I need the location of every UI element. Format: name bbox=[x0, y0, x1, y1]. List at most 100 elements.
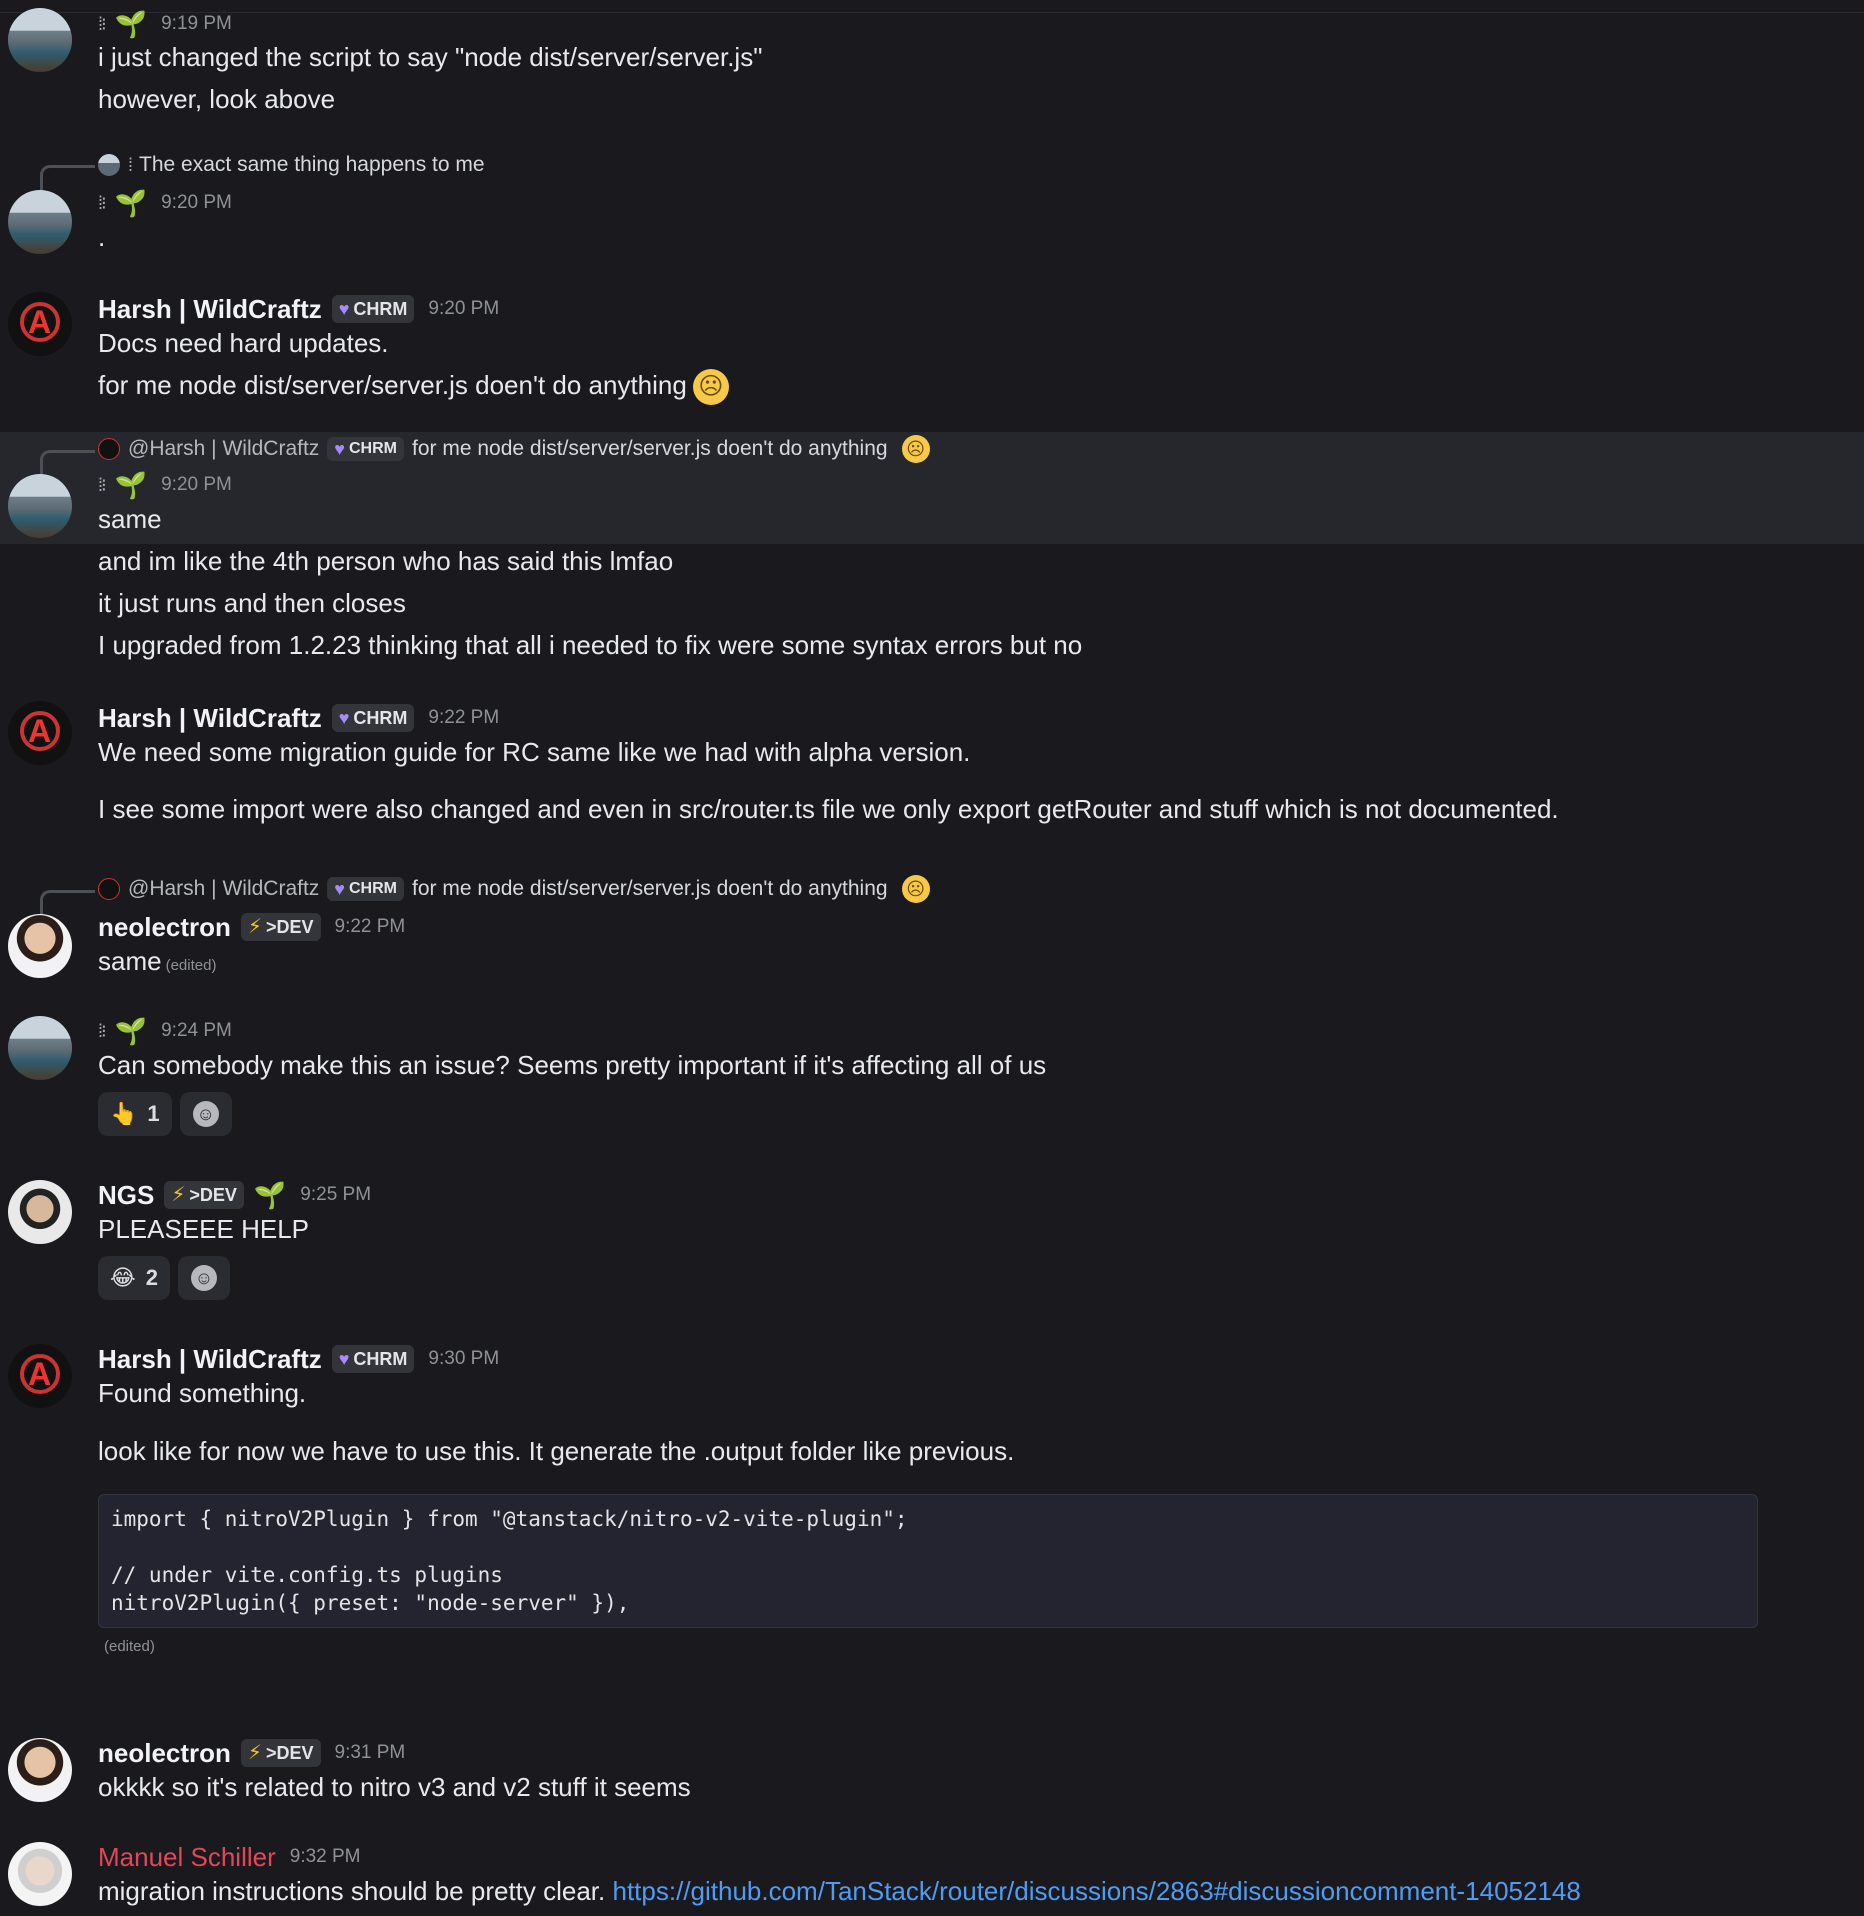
message-content: neolectron ⚡ >DEV 9:31 PM okkkk so it's r… bbox=[98, 1736, 1844, 1804]
message-text: Can somebody make this an issue? Seems p… bbox=[98, 1050, 1047, 1080]
username[interactable]: Harsh | WildCraftz bbox=[98, 292, 322, 326]
timestamp[interactable]: 9:22 PM bbox=[335, 910, 406, 944]
message-text: look like for now we have to use this. I… bbox=[98, 1436, 1015, 1466]
reply-spine bbox=[40, 165, 95, 190]
avatar[interactable] bbox=[8, 1344, 72, 1408]
message-header: ⁞⁝ 🌱 9:24 PM bbox=[98, 1014, 1844, 1048]
reply-text: for me node dist/server/server.js doen't… bbox=[411, 877, 888, 900]
role-badge[interactable]: ⚡ >DEV bbox=[240, 913, 321, 941]
username[interactable]: NGS bbox=[98, 1178, 154, 1212]
reaction-pointing-up[interactable]: 👆 1 bbox=[98, 1092, 172, 1136]
dashes-icon: ⁞⁝ bbox=[98, 475, 107, 495]
timestamp[interactable]: 9:19 PM bbox=[161, 8, 232, 40]
message-content: ⁞⁝ 🌱 9:24 PM Can somebody make this an i… bbox=[98, 1014, 1844, 1136]
reply-preview[interactable]: @Harsh | WildCraftz ♥ CHRM for me node di… bbox=[98, 432, 930, 466]
message-content: Harsh | WildCraftz ♥ CHRM 9:30 PM Found s… bbox=[98, 1342, 1844, 1655]
message-text-row: migration instructions should be pretty … bbox=[98, 1874, 1844, 1908]
edited-label: (edited) bbox=[104, 1638, 155, 1655]
reply-preview[interactable]: ⁞ The exact same thing happens to me bbox=[98, 148, 485, 182]
avatar[interactable] bbox=[8, 8, 72, 72]
message-text: okkkk so it's related to nitro v3 and v2… bbox=[98, 1772, 691, 1802]
code-block[interactable]: import { nitroV2Plugin } from "@tanstack… bbox=[98, 1494, 1758, 1628]
message-text: same bbox=[98, 504, 162, 534]
message-text: however, look above bbox=[98, 84, 336, 114]
message-content: ⁞⁝ 🌱 9:20 PM same and im like the 4th pe… bbox=[98, 468, 1844, 662]
reply-spine bbox=[40, 890, 95, 915]
message-content: neolectron ⚡ >DEV 9:22 PM same (edited) bbox=[98, 910, 1844, 983]
add-reaction-button[interactable]: ☺ bbox=[177, 1256, 230, 1300]
username[interactable]: neolectron bbox=[98, 910, 231, 944]
reply-mention: @Harsh | WildCraftz bbox=[128, 437, 320, 460]
avatar[interactable] bbox=[8, 292, 72, 356]
role-badge-label: >DEV bbox=[265, 917, 314, 937]
avatar[interactable] bbox=[8, 190, 72, 254]
avatar[interactable] bbox=[8, 1842, 72, 1906]
message-text: i just changed the script to say "node d… bbox=[98, 42, 763, 72]
message-header: ⁞⁝ 🌱 9:20 PM bbox=[98, 186, 1844, 220]
timestamp[interactable]: 9:32 PM bbox=[290, 1840, 361, 1874]
avatar[interactable] bbox=[8, 1738, 72, 1802]
role-badge-label: >DEV bbox=[265, 1743, 314, 1763]
discussion-link[interactable]: https://github.com/TanStack/router/discu… bbox=[613, 1876, 1581, 1906]
role-badge-label: CHRM bbox=[353, 708, 408, 728]
message-header: Manuel Schiller 9:32 PM bbox=[98, 1840, 1844, 1874]
role-badge[interactable]: ♥ CHRM bbox=[331, 1345, 415, 1373]
timestamp[interactable]: 9:31 PM bbox=[335, 1736, 406, 1770]
role-badge[interactable]: ♥ CHRM bbox=[331, 295, 415, 323]
timestamp[interactable]: 9:25 PM bbox=[300, 1178, 371, 1212]
reply-preview[interactable]: @Harsh | WildCraftz ♥ CHRM for me node di… bbox=[98, 872, 930, 906]
pointing-up-icon: 👆 bbox=[110, 1101, 138, 1126]
username[interactable]: Harsh | WildCraftz bbox=[98, 1342, 322, 1376]
message-content: Harsh | WildCraftz ♥ CHRM 9:20 PM Docs ne… bbox=[98, 292, 1844, 406]
sad-face-icon: ☹ bbox=[901, 435, 930, 463]
role-badge[interactable]: ♥ CHRM bbox=[331, 704, 415, 732]
heart-icon: ♥ bbox=[334, 439, 345, 459]
role-badge-label: CHRM bbox=[353, 299, 408, 319]
heart-icon: ♥ bbox=[338, 708, 350, 728]
message-text: I upgraded from 1.2.23 thinking that all… bbox=[98, 630, 1083, 660]
sad-face-icon: ☹ bbox=[692, 369, 729, 406]
avatar[interactable] bbox=[8, 1016, 72, 1080]
message-content: ⁞⁝ 🌱 9:20 PM . bbox=[98, 186, 1844, 254]
heart-icon: ♥ bbox=[338, 299, 350, 319]
reply-avatar bbox=[98, 438, 120, 460]
avatar[interactable] bbox=[8, 701, 72, 765]
dashes-icon: ⁞⁝ bbox=[98, 1021, 107, 1041]
username[interactable]: Manuel Schiller bbox=[98, 1840, 276, 1874]
role-badge: ♥ CHRM bbox=[327, 877, 404, 901]
laughing-icon: 😂 bbox=[110, 1265, 136, 1290]
avatar[interactable] bbox=[8, 1180, 72, 1244]
timestamp[interactable]: 9:24 PM bbox=[161, 1014, 232, 1048]
timestamp[interactable]: 9:20 PM bbox=[161, 468, 232, 502]
timestamp[interactable]: 9:22 PM bbox=[428, 701, 499, 735]
role-badge-label: >DEV bbox=[189, 1185, 237, 1205]
message-header: NGS ⚡ >DEV 🌱 9:25 PM bbox=[98, 1178, 1844, 1212]
message-header: neolectron ⚡ >DEV 9:22 PM bbox=[98, 910, 1844, 944]
message-content: ⁞⁝ 🌱 9:19 PM i just changed the script t… bbox=[98, 8, 1844, 116]
username[interactable]: neolectron bbox=[98, 1736, 231, 1770]
reply-text: The exact same thing happens to me bbox=[139, 153, 485, 176]
edited-label: (edited) bbox=[165, 957, 217, 974]
role-badge-label: CHRM bbox=[353, 1349, 408, 1369]
avatar[interactable] bbox=[8, 474, 72, 538]
role-badge[interactable]: ⚡ >DEV bbox=[240, 1739, 321, 1767]
message-text: . bbox=[98, 222, 106, 252]
lightning-icon: ⚡ bbox=[247, 1742, 262, 1764]
heart-icon: ♥ bbox=[334, 879, 345, 899]
role-badge[interactable]: ⚡ >DEV bbox=[164, 1181, 244, 1209]
message-header: Harsh | WildCraftz ♥ CHRM 9:22 PM bbox=[98, 701, 1844, 735]
username[interactable]: Harsh | WildCraftz bbox=[98, 701, 322, 735]
timestamp[interactable]: 9:20 PM bbox=[161, 186, 232, 220]
timestamp[interactable]: 9:20 PM bbox=[428, 292, 499, 326]
avatar[interactable] bbox=[8, 914, 72, 978]
timestamp[interactable]: 9:30 PM bbox=[428, 1342, 499, 1376]
add-reaction-button[interactable]: ☺ bbox=[179, 1092, 232, 1136]
sprout-icon: 🌱 bbox=[253, 1180, 287, 1210]
reactions-bar: 😂 2 ☺ bbox=[98, 1256, 1844, 1300]
reaction-laughing[interactable]: 😂 2 bbox=[98, 1256, 170, 1300]
message-text: migration instructions should be pretty … bbox=[98, 1876, 606, 1906]
message-header: Harsh | WildCraftz ♥ CHRM 9:20 PM bbox=[98, 292, 1844, 326]
message-content: Harsh | WildCraftz ♥ CHRM 9:22 PM We need… bbox=[98, 701, 1844, 826]
lightning-icon: ⚡ bbox=[171, 1184, 186, 1206]
